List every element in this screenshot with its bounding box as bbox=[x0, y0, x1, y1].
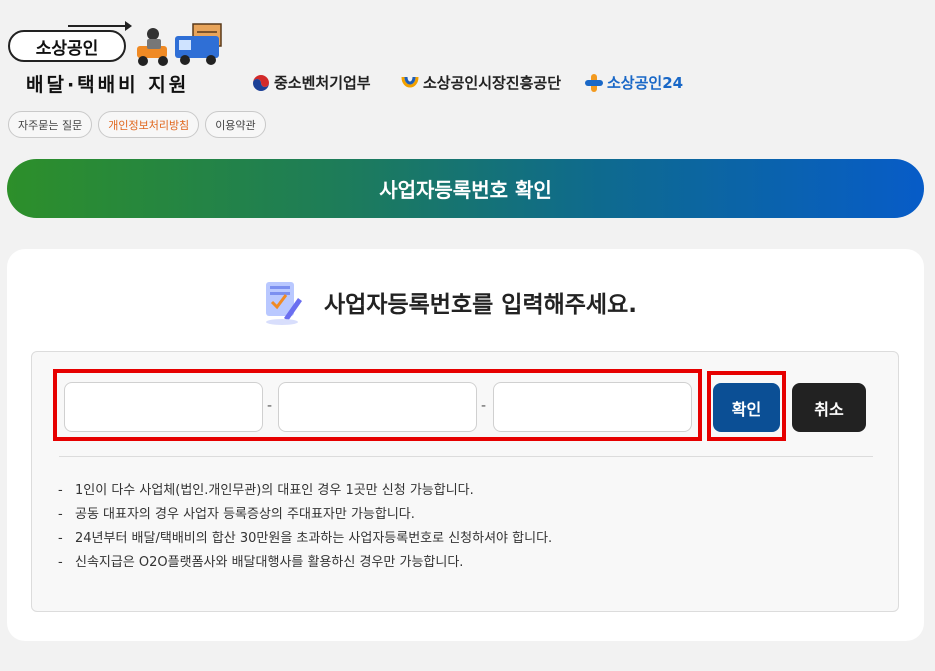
notice-item: -24년부터 배달/택배비의 합산 30만원을 초과하는 사업자등록번호로 신청… bbox=[58, 531, 553, 546]
semas-logo-icon bbox=[401, 76, 419, 87]
separator: - bbox=[481, 398, 487, 414]
notice-item: - 신속지급은 O2O플랫폼사와 배달대행사를 활용하신 경우만 가능합니다. bbox=[58, 555, 464, 570]
confirm-button[interactable]: 확인 bbox=[713, 383, 780, 432]
logo-pill: 소상공인 bbox=[8, 30, 126, 62]
faq-link[interactable]: 자주묻는 질문 bbox=[8, 111, 93, 138]
form-heading: 사업자등록번호를 입력해주세요. bbox=[262, 278, 637, 326]
cancel-button[interactable]: 취소 bbox=[792, 383, 866, 432]
notice-item: - 공동 대표자의 경우 사업자 등록증상의 주대표자만 가능합니다. bbox=[58, 507, 415, 522]
business-number-part3-input[interactable] bbox=[493, 382, 692, 432]
partner-name: 소상공인24 bbox=[607, 74, 684, 92]
divider bbox=[59, 456, 873, 457]
partner-name: 중소벤처기업부 bbox=[274, 74, 371, 92]
service-logo[interactable]: 소상공인 배달·택배비 지원 bbox=[8, 21, 248, 102]
partner-mss[interactable]: 중소벤처기업부 bbox=[251, 72, 371, 93]
business-number-part2-input[interactable] bbox=[278, 382, 477, 432]
notice-item: -1인이 다수 사업체(법인.개인무관)의 대표인 경우 1곳만 신청 가능합니… bbox=[58, 483, 474, 498]
delivery-truck-icon bbox=[137, 23, 222, 66]
partner-semas[interactable]: 소상공인시장진흥공단 bbox=[400, 72, 561, 93]
page-title-banner: 사업자등록번호 확인 bbox=[7, 159, 924, 218]
taegeuk-icon bbox=[253, 74, 269, 91]
privacy-policy-link[interactable]: 개인정보처리방침 bbox=[98, 111, 200, 138]
document-pen-icon bbox=[266, 282, 302, 325]
notice-list: -1인이 다수 사업체(법인.개인무관)의 대표인 경우 1곳만 신청 가능합니… bbox=[58, 482, 552, 578]
terms-link[interactable]: 이용약관 bbox=[205, 111, 266, 138]
logo-arrow bbox=[68, 21, 132, 31]
logo-subtitle: 배달·택배비 지원 bbox=[26, 74, 190, 96]
form-heading-text: 사업자등록번호를 입력해주세요. bbox=[324, 292, 637, 318]
separator: - bbox=[267, 398, 273, 414]
plus-logo-icon bbox=[585, 73, 603, 92]
business-number-part1-input[interactable] bbox=[64, 382, 263, 432]
partner-name: 소상공인시장진흥공단 bbox=[423, 74, 562, 92]
top-links: 자주묻는 질문 개인정보처리방침 이용약관 bbox=[8, 111, 266, 138]
partner-sbiz24[interactable]: 소상공인24 bbox=[584, 72, 683, 93]
